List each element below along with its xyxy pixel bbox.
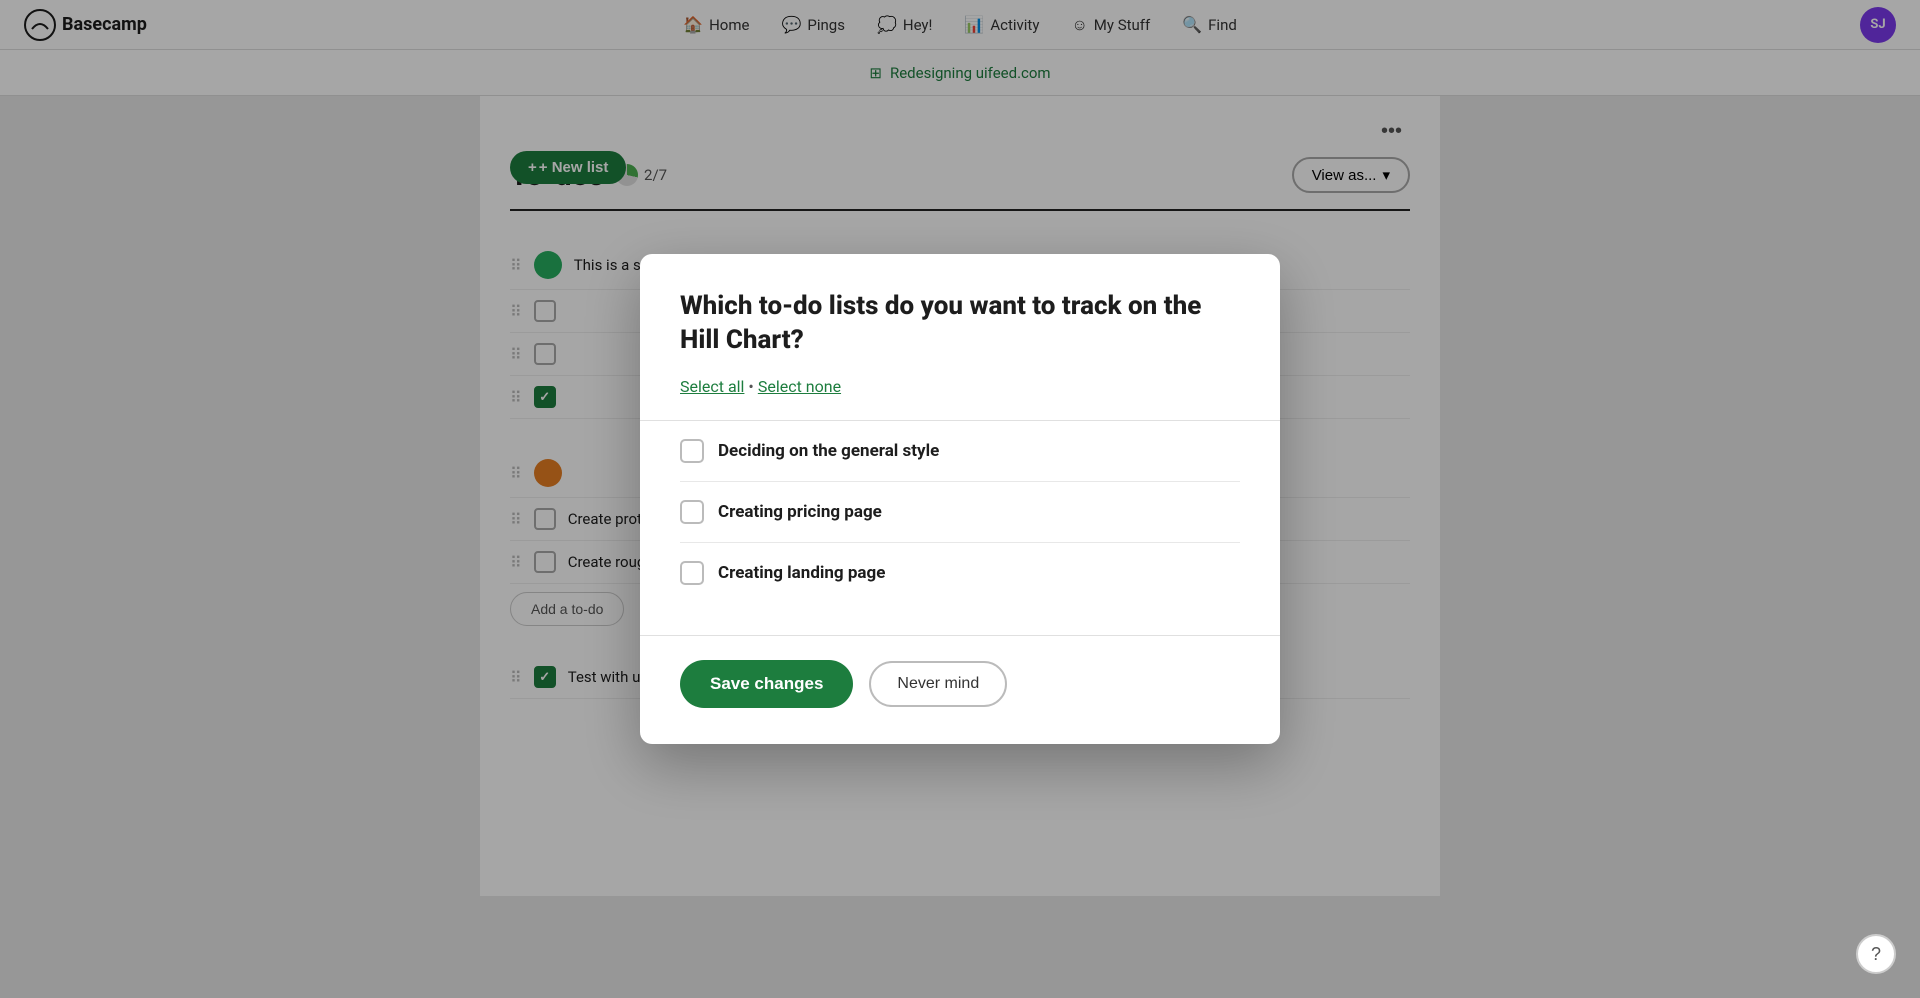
- modal-select-links: Select all • Select none: [680, 377, 1240, 396]
- modal: Which to-do lists do you want to track o…: [640, 254, 1280, 745]
- modal-item-label-3: Creating landing page: [718, 563, 885, 583]
- select-none-link[interactable]: Select none: [758, 377, 841, 396]
- modal-footer-divider: [640, 635, 1280, 636]
- modal-checkbox-3[interactable]: [680, 561, 704, 585]
- save-button[interactable]: Save changes: [680, 660, 853, 708]
- list-item[interactable]: Creating landing page: [680, 543, 1240, 603]
- modal-checkbox-2[interactable]: [680, 500, 704, 524]
- modal-title: Which to-do lists do you want to track o…: [680, 290, 1240, 358]
- modal-checkbox-1[interactable]: [680, 439, 704, 463]
- list-item[interactable]: Deciding on the general style: [680, 421, 1240, 482]
- modal-actions: Save changes Never mind: [680, 660, 1240, 708]
- never-mind-button[interactable]: Never mind: [869, 661, 1007, 707]
- separator: •: [748, 377, 753, 396]
- modal-item-label-2: Creating pricing page: [718, 502, 882, 522]
- help-button[interactable]: ?: [1856, 934, 1896, 974]
- list-item[interactable]: Creating pricing page: [680, 482, 1240, 543]
- modal-list: Deciding on the general style Creating p…: [680, 421, 1240, 603]
- select-all-link[interactable]: Select all: [680, 377, 744, 396]
- modal-overlay: Which to-do lists do you want to track o…: [0, 0, 1920, 998]
- modal-item-label-1: Deciding on the general style: [718, 441, 939, 461]
